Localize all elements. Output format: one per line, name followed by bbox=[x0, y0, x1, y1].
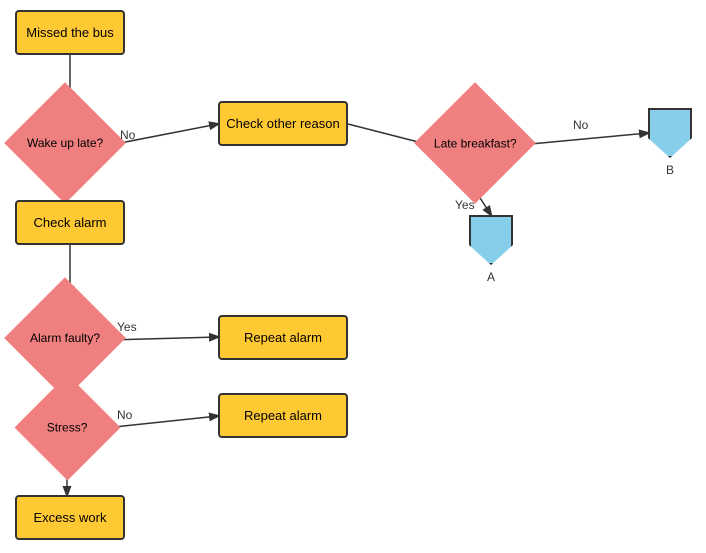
check-other-reason-node: Check other reason bbox=[218, 101, 348, 146]
connector-b-node bbox=[648, 108, 692, 158]
repeat-alarm-2-label: Repeat alarm bbox=[244, 408, 322, 423]
connector-a-node bbox=[469, 215, 513, 265]
excess-work-label: Excess work bbox=[34, 510, 107, 525]
missed-bus-label: Missed the bus bbox=[26, 25, 113, 40]
repeat-alarm-2-node: Repeat alarm bbox=[218, 393, 348, 438]
repeat-alarm-1-label: Repeat alarm bbox=[244, 330, 322, 345]
alarm-faulty-label: Alarm faulty? bbox=[30, 331, 100, 345]
missed-bus-node: Missed the bus bbox=[15, 10, 125, 55]
connector-a-label: A bbox=[487, 270, 495, 284]
check-other-reason-label: Check other reason bbox=[226, 116, 339, 131]
excess-work-node: Excess work bbox=[15, 495, 125, 540]
wake-no-label: No bbox=[120, 128, 135, 142]
connector-b-label: B bbox=[666, 163, 674, 177]
flowchart: Missed the bus Wake up late? Check other… bbox=[0, 0, 706, 553]
stress-label: Stress? bbox=[47, 421, 88, 435]
late-breakfast-no-label: No bbox=[573, 118, 588, 132]
late-breakfast-yes-label: Yes bbox=[455, 198, 475, 212]
check-alarm-node: Check alarm bbox=[15, 200, 125, 245]
stress-no-label: No bbox=[117, 408, 132, 422]
alarm-yes-label: Yes bbox=[117, 320, 137, 334]
late-breakfast-label: Late breakfast? bbox=[434, 136, 517, 150]
stress-node: Stress? bbox=[14, 374, 120, 480]
late-breakfast-node: Late breakfast? bbox=[414, 82, 536, 204]
wake-up-late-node: Wake up late? bbox=[4, 82, 126, 204]
wake-up-late-label: Wake up late? bbox=[27, 136, 103, 150]
repeat-alarm-1-node: Repeat alarm bbox=[218, 315, 348, 360]
check-alarm-label: Check alarm bbox=[34, 215, 107, 230]
